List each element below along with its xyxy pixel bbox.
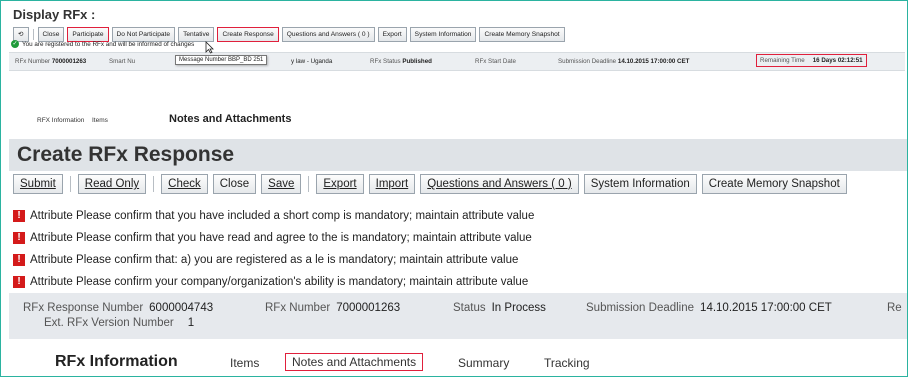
law-text: y law - Uganda (291, 58, 333, 65)
questions-answers-button[interactable]: Questions and Answers ( 0 ) (281, 27, 375, 42)
tab-summary[interactable]: Summary (458, 356, 509, 370)
submission-deadline-label: Submission Deadline (558, 58, 617, 65)
ext-version-value: 1 (187, 317, 195, 329)
submission-deadline-value: 14.10.2015 17:00:00 CET (700, 302, 832, 314)
remaining-time-label: Remaining Time (760, 57, 805, 64)
toolbar-separator (153, 176, 155, 192)
status-field: Status In Process (453, 302, 546, 314)
remaining-time-field: Remaining Time 16 Days 02:12:51 (756, 54, 867, 67)
export-button[interactable]: Export (316, 174, 364, 194)
create-response-toolbar: Submit Read Only Check Close Save Export… (13, 173, 847, 195)
response-number-field: RFx Response Number 6000004743 (23, 302, 213, 314)
error-icon: ! (13, 254, 25, 266)
create-response-tabs: RFx Information Items Notes and Attachme… (1, 353, 907, 376)
submission-deadline-field: Submission Deadline 14.10.2015 17:00:00 … (558, 58, 689, 65)
rfx-number-value: 7000001263 (51, 58, 87, 65)
error-message-text: Attribute Please confirm that: a) you ar… (30, 254, 519, 266)
error-message-list: ! Attribute Please confirm that you have … (13, 205, 534, 293)
response-number-value: 6000004743 (149, 302, 214, 314)
create-response-title: Create RFx Response (17, 143, 235, 166)
rfx-start-date-label: RFx Start Date (475, 58, 516, 65)
tab-rfx-information[interactable]: RFX Information (37, 117, 84, 124)
screenshot-frame: Display RFx : ⟲ Close Participate Do Not… (0, 0, 908, 377)
tab-notes-and-attachments[interactable]: Notes and Attachments (285, 353, 424, 371)
submission-deadline-label: Submission Deadline (586, 302, 695, 314)
error-message: ! Attribute Please confirm that: a) you a… (13, 249, 534, 271)
ext-version-field: Ext. RFx Version Number 1 (44, 317, 194, 329)
status-label: Status (453, 302, 486, 314)
error-icon: ! (13, 210, 25, 222)
rfx-number-value: 7000001263 (336, 302, 401, 314)
rfx-status-value: Published (402, 58, 432, 65)
system-information-button[interactable]: System Information (409, 27, 477, 42)
error-message: ! Attribute Please confirm that you have … (13, 227, 534, 249)
error-message: ! Attribute Please confirm that you have … (13, 205, 534, 227)
display-rfx-title: Display RFx : (13, 7, 96, 22)
submission-deadline-field: Submission Deadline 14.10.2015 17:00:00 C… (586, 302, 832, 314)
submission-deadline-value: 14.10.2015 17:00:00 CET (617, 58, 690, 65)
create-response-button[interactable]: Create Response (217, 27, 279, 42)
system-information-button[interactable]: System Information (583, 174, 697, 194)
create-memory-snapshot-button[interactable]: Create Memory Snapshot (701, 174, 847, 194)
export-button[interactable]: Export (377, 27, 407, 42)
ext-version-label: Ext. RFx Version Number (44, 317, 174, 329)
success-message: ✓ You are registered to the RFx and will… (11, 40, 194, 48)
error-icon: ! (13, 232, 25, 244)
status-value: In Process (491, 302, 546, 314)
questions-answers-button[interactable]: Questions and Answers ( 0 ) (420, 174, 579, 194)
error-icon: ! (13, 276, 25, 288)
error-message-text: Attribute Please confirm that you have i… (30, 210, 535, 222)
rfx-number-field: RFx Number 7000001263 (15, 58, 86, 65)
error-message: ! Attribute Please confirm your company/o… (13, 271, 534, 293)
rfx-number-field: RFx Number 7000001263 (265, 302, 400, 314)
tab-notes-and-attachments[interactable]: Notes and Attachments (169, 113, 291, 125)
truncated-header-label: Re (887, 302, 902, 314)
close-button[interactable]: Close (212, 174, 257, 194)
smart-number-label: Smart Nu (109, 58, 136, 65)
tab-rfx-information[interactable]: RFx Information (55, 353, 178, 371)
rfx-status-label: RFx Status (370, 58, 401, 65)
rfx-number-label: RFx Number (15, 58, 51, 65)
import-button[interactable]: Import (368, 174, 416, 194)
tab-items[interactable]: Items (92, 117, 108, 124)
remaining-time-value: 16 Days 02:12:51 (812, 57, 863, 64)
error-message-text: Attribute Please confirm your company/or… (30, 276, 529, 288)
toolbar-separator (308, 176, 310, 192)
rfx-status-field: RFx Status Published (370, 58, 432, 65)
mouse-cursor-icon (205, 41, 214, 54)
toolbar-separator (32, 29, 34, 40)
tab-items[interactable]: Items (230, 356, 259, 370)
check-button[interactable]: Check (161, 174, 208, 194)
read-only-button[interactable]: Read Only (77, 174, 147, 194)
check-icon: ✓ (11, 40, 19, 48)
create-memory-snapshot-button[interactable]: Create Memory Snapshot (479, 27, 565, 42)
save-button[interactable]: Save (261, 174, 302, 194)
message-tooltip: Message Number BBP_BD 251 (175, 55, 268, 65)
success-message-text: You are registered to the RFx and will b… (22, 40, 195, 48)
submit-button[interactable]: Submit (13, 174, 63, 194)
error-message-text: Attribute Please confirm that you have r… (30, 232, 532, 244)
toolbar-separator (69, 176, 71, 192)
response-number-label: RFx Response Number (23, 302, 144, 314)
tab-tracking[interactable]: Tracking (544, 356, 590, 370)
create-response-header (9, 293, 907, 339)
rfx-number-label: RFx Number (265, 302, 331, 314)
